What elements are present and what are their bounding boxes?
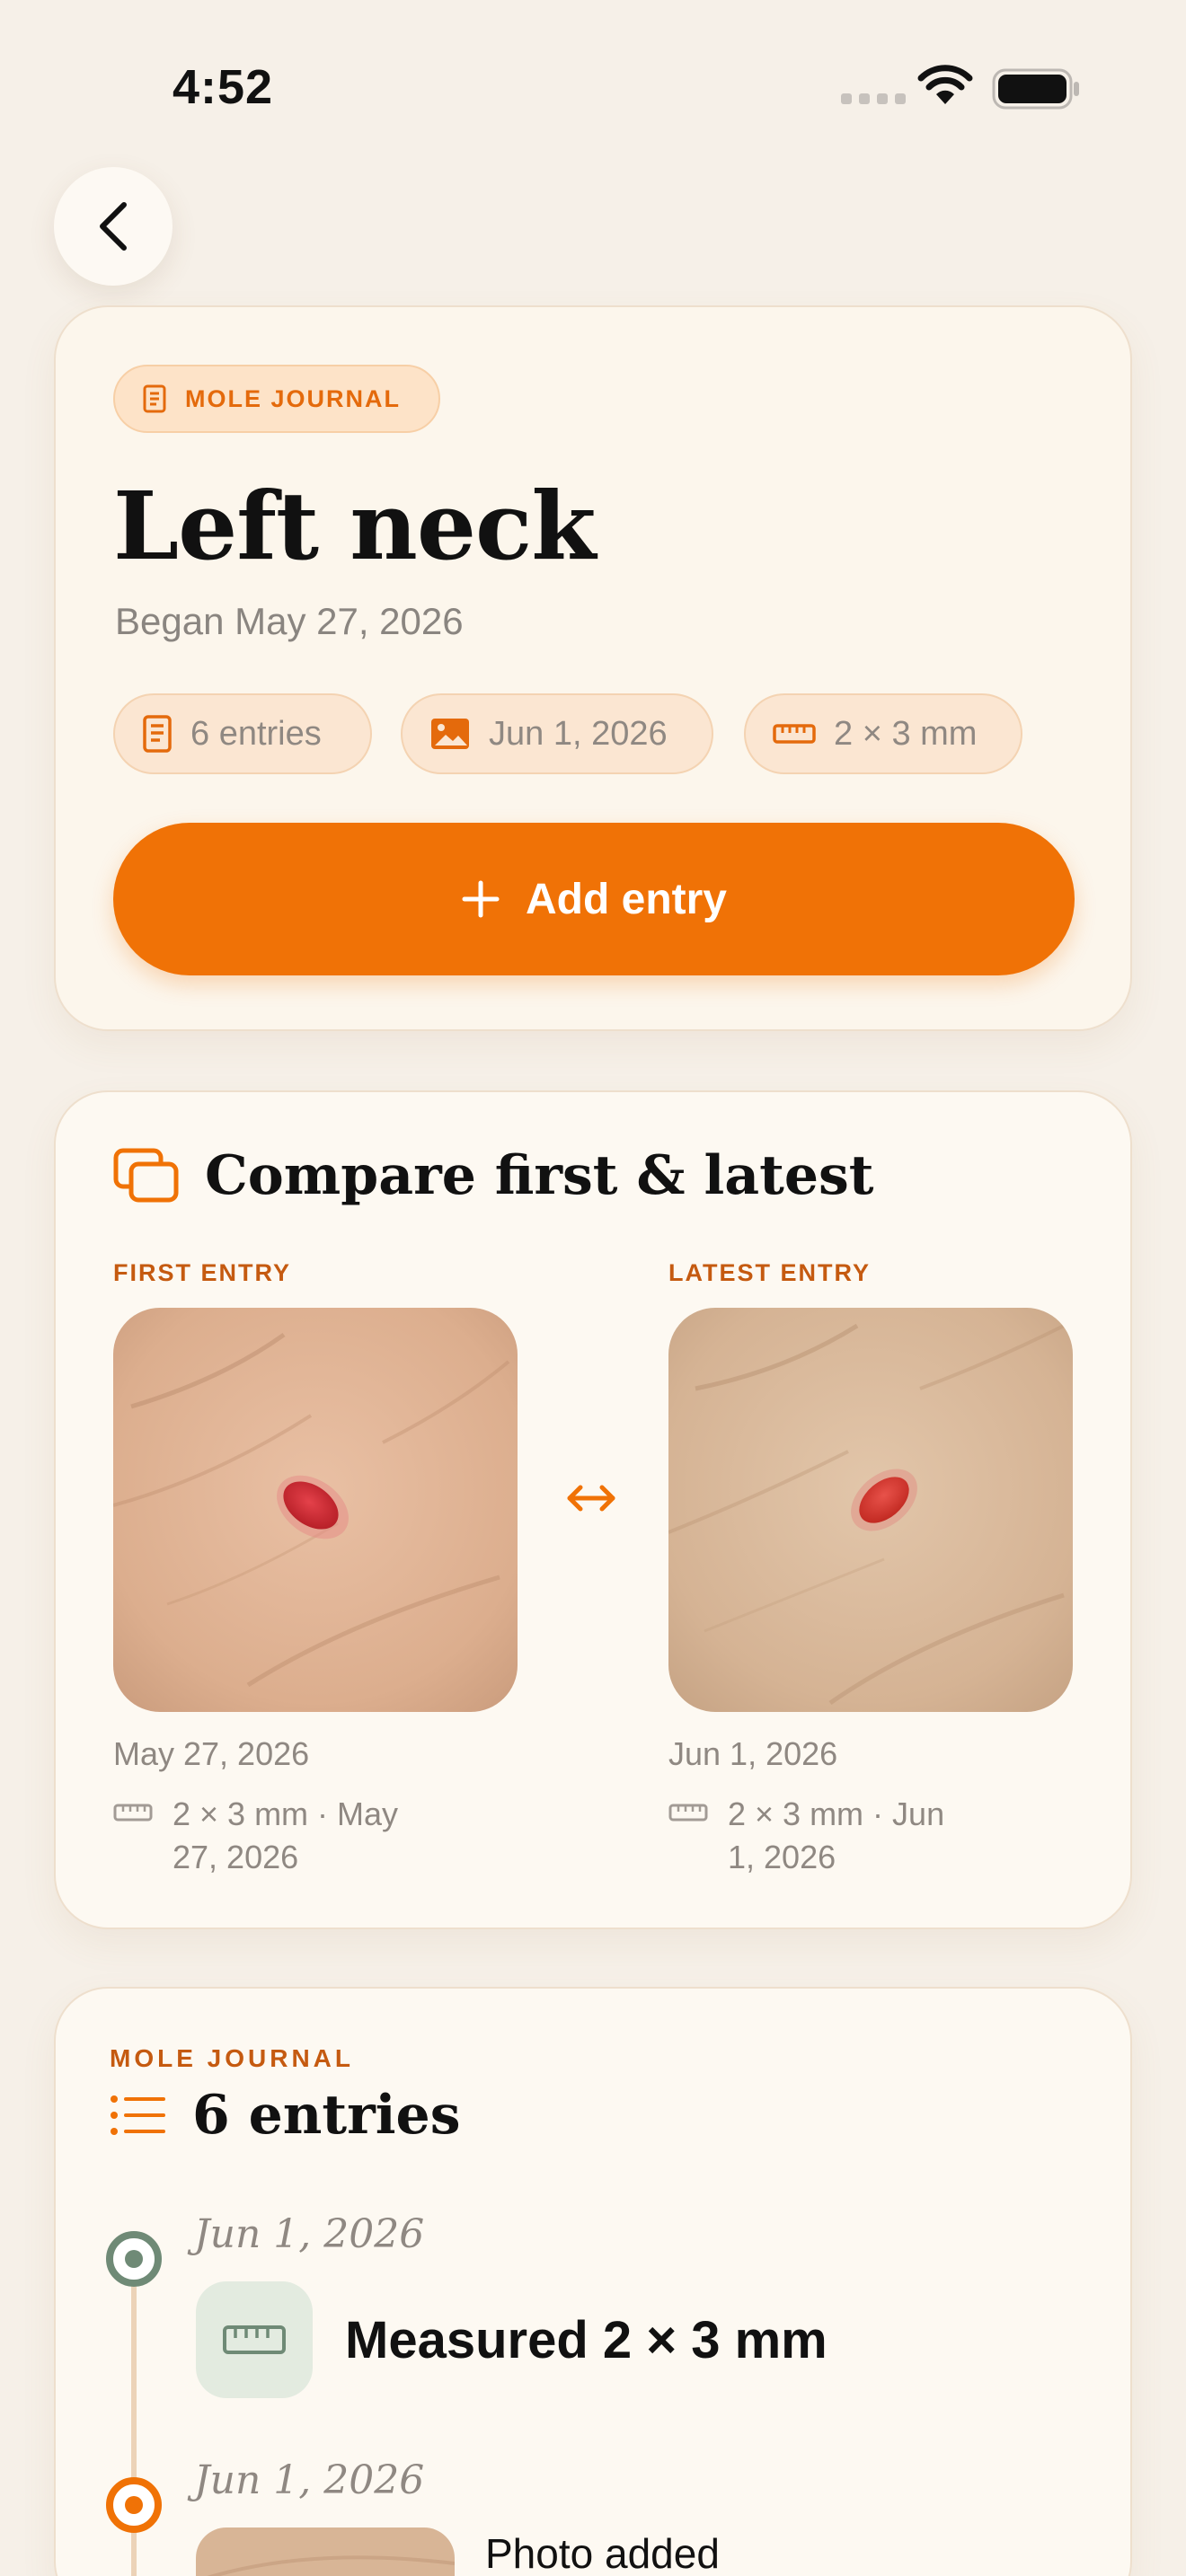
entry-photo-thumbnail[interactable] bbox=[196, 2527, 455, 2576]
list-icon bbox=[111, 2095, 165, 2135]
entry-date: Jun 1, 2026 bbox=[194, 2211, 425, 2257]
timeline-marker bbox=[106, 2477, 162, 2533]
journal-section-label: MOLE JOURNAL bbox=[110, 2044, 354, 2072]
compare-stack-icon bbox=[113, 1148, 179, 1203]
cellular-signal-icon bbox=[841, 93, 906, 104]
timeline-marker bbox=[106, 2231, 162, 2287]
image-icon bbox=[431, 719, 469, 749]
measurement-line2: 1, 2026 bbox=[728, 1839, 836, 1875]
compare-card: Compare first & latest FIRST ENTRY LATES… bbox=[54, 1090, 1132, 1929]
first-entry-label: FIRST ENTRY bbox=[113, 1259, 292, 1286]
page-title: Left neck bbox=[113, 471, 596, 581]
last-photo-chip: Jun 1, 2026 bbox=[401, 693, 713, 774]
add-entry-label: Add entry bbox=[525, 875, 727, 923]
chip-label: 2 × 3 mm bbox=[834, 714, 978, 753]
measurement-line2: 27, 2026 bbox=[173, 1839, 299, 1875]
chip-label: 6 entries bbox=[190, 714, 322, 753]
document-icon bbox=[143, 715, 172, 753]
entry-title[interactable]: Photo added bbox=[485, 2529, 720, 2576]
measurement-line1: 2 × 3 mm · May bbox=[173, 1795, 399, 1832]
entry-title[interactable]: Measured 2 × 3 mm bbox=[345, 2310, 828, 2370]
ruler-icon bbox=[773, 724, 816, 744]
ruler-icon bbox=[668, 1804, 708, 1822]
compare-title: Compare first & latest bbox=[205, 1144, 874, 1207]
status-time: 4:52 bbox=[173, 60, 274, 114]
ruler-icon bbox=[113, 1804, 153, 1822]
entry-date: Jun 1, 2026 bbox=[194, 2457, 425, 2503]
battery-icon bbox=[992, 68, 1079, 110]
journal-entries-card: MOLE JOURNAL 6 entries Jun 1, 2026 Measu… bbox=[54, 1987, 1132, 2576]
entries-count-chip: 6 entries bbox=[113, 693, 372, 774]
back-button[interactable] bbox=[54, 167, 173, 286]
ruler-icon bbox=[223, 2325, 286, 2354]
latest-entry-label: LATEST ENTRY bbox=[668, 1259, 871, 1286]
plus-icon bbox=[462, 880, 500, 918]
compare-header: Compare first & latest bbox=[113, 1144, 874, 1207]
latest-entry-date: Jun 1, 2026 bbox=[668, 1735, 838, 1772]
first-entry-date: May 27, 2026 bbox=[113, 1735, 310, 1772]
wifi-icon bbox=[917, 65, 973, 104]
first-entry-measurement: 2 × 3 mm · May 27, 2026 bbox=[113, 1793, 433, 1879]
first-entry-photo[interactable] bbox=[113, 1308, 518, 1712]
start-date: Began May 27, 2026 bbox=[115, 600, 464, 642]
journal-title: 6 entries bbox=[192, 2084, 461, 2147]
latest-entry-measurement: 2 × 3 mm · Jun 1, 2026 bbox=[668, 1793, 988, 1879]
chevron-left-icon bbox=[100, 202, 127, 251]
add-entry-button[interactable]: Add entry bbox=[113, 823, 1075, 975]
entry-icon-tile[interactable] bbox=[196, 2281, 313, 2398]
measurement-line1: 2 × 3 mm · Jun bbox=[728, 1795, 945, 1832]
journal-badge: MOLE JOURNAL bbox=[113, 365, 440, 433]
document-icon bbox=[143, 384, 166, 413]
latest-entry-photo[interactable] bbox=[668, 1308, 1073, 1712]
journal-header: 6 entries bbox=[110, 2084, 461, 2147]
chip-label: Jun 1, 2026 bbox=[489, 714, 668, 753]
compare-arrows-icon bbox=[567, 1485, 615, 1512]
size-chip: 2 × 3 mm bbox=[744, 693, 1022, 774]
badge-label: MOLE JOURNAL bbox=[185, 384, 401, 412]
journal-summary-card: MOLE JOURNAL Left neck Began May 27, 202… bbox=[54, 305, 1132, 1031]
